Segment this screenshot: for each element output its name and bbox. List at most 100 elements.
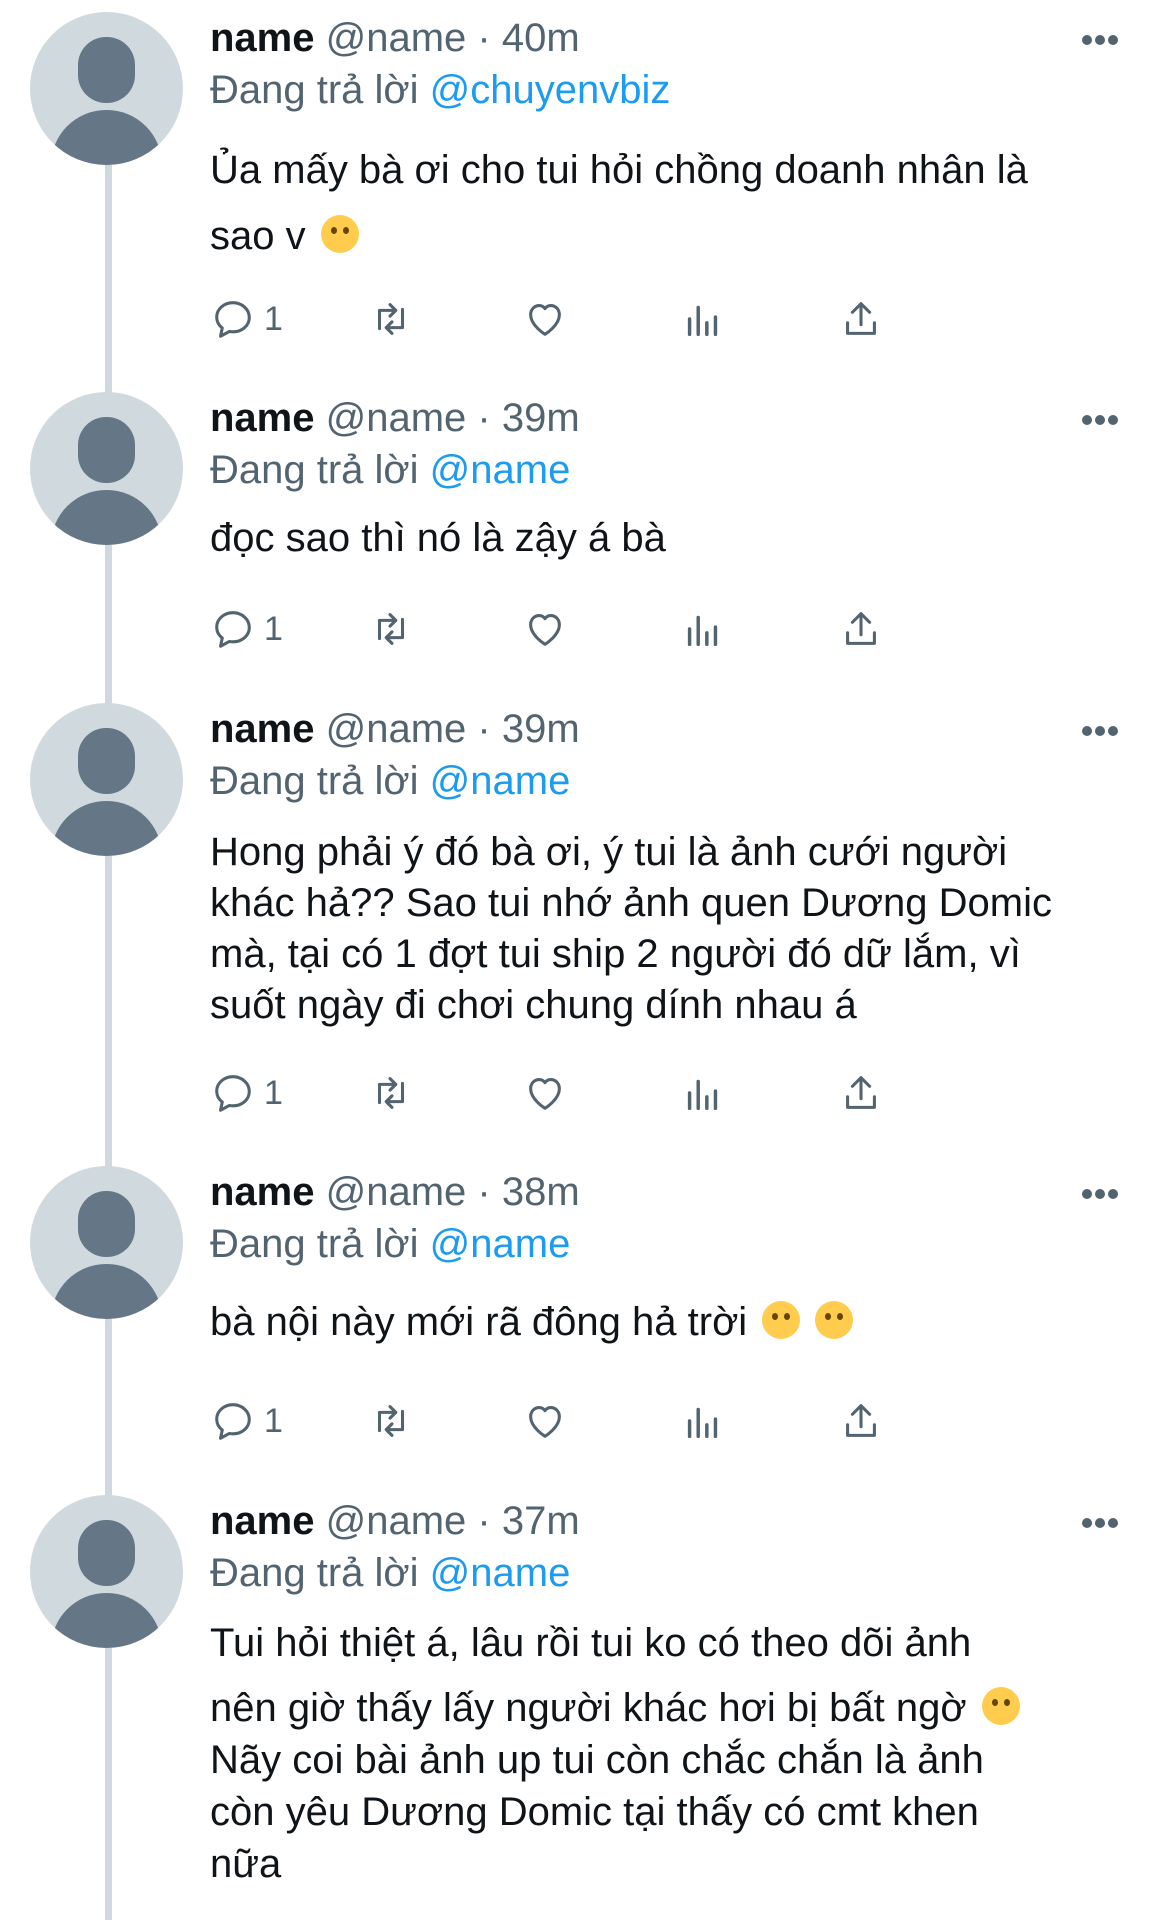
reply-button[interactable]: 1 bbox=[210, 1068, 283, 1118]
reply-icon bbox=[215, 1403, 251, 1440]
tweet-text-line: Ủa mấy bà ơi cho tui hỏi chồng doanh nhâ… bbox=[210, 148, 1028, 192]
avatar[interactable] bbox=[30, 392, 183, 545]
tweet-text-line: nên giờ thấy lấy người khác hơi bị bất n… bbox=[210, 1682, 1130, 1734]
heart-icon bbox=[529, 1078, 561, 1110]
retweet-icon bbox=[377, 1405, 405, 1437]
tweet-header: name @name · 39m bbox=[210, 392, 580, 444]
avatar-body-shape bbox=[51, 490, 162, 545]
retweet-button[interactable] bbox=[368, 1396, 414, 1446]
avatar-body-shape bbox=[51, 1264, 162, 1319]
retweet-button[interactable] bbox=[368, 604, 414, 654]
heart-icon bbox=[529, 1406, 561, 1438]
retweet-button[interactable] bbox=[368, 1068, 414, 1118]
retweet-icon bbox=[377, 1077, 405, 1109]
views-icon bbox=[687, 1079, 718, 1111]
display-name[interactable]: name bbox=[210, 707, 315, 751]
display-name[interactable]: name bbox=[210, 396, 315, 440]
avatar-head-shape bbox=[78, 728, 135, 794]
reply-icon bbox=[215, 611, 251, 648]
action-bar: 1 bbox=[210, 604, 1040, 654]
display-name[interactable]: name bbox=[210, 1170, 315, 1214]
more-icon[interactable] bbox=[1082, 723, 1122, 736]
retweet-button[interactable] bbox=[368, 294, 414, 344]
replying-to-handle[interactable]: @name bbox=[430, 759, 571, 803]
tweet-header: name @name · 38m bbox=[210, 1166, 580, 1218]
more-icon[interactable] bbox=[1082, 1515, 1122, 1528]
share-icon bbox=[846, 1404, 876, 1437]
replying-to: Đang trả lời @name bbox=[210, 755, 570, 807]
share-button[interactable] bbox=[838, 604, 884, 654]
share-button[interactable] bbox=[838, 1396, 884, 1446]
tweet-header: name @name · 37m bbox=[210, 1495, 580, 1547]
replying-to-handle[interactable]: @name bbox=[430, 448, 571, 492]
retweet-icon bbox=[377, 303, 405, 335]
replying-to-label: Đang trả lời bbox=[210, 68, 430, 112]
avatar[interactable] bbox=[30, 703, 183, 856]
views-icon bbox=[687, 615, 718, 647]
handle-time: @name · 38m bbox=[325, 1170, 580, 1214]
like-button[interactable] bbox=[522, 294, 568, 344]
tweet-text-line: sao v bbox=[210, 203, 1130, 269]
tweet-text-line: Tui hỏi thiệt á, lâu rồi tui ko có theo … bbox=[210, 1621, 972, 1665]
like-button[interactable] bbox=[522, 1396, 568, 1446]
pleading-face-emoji bbox=[981, 1687, 1020, 1725]
tweet-text-line: còn yêu Dương Domic tại thấy có cmt khen bbox=[210, 1790, 979, 1834]
heart-icon bbox=[529, 304, 561, 336]
replying-to-handle[interactable]: @chuyenvbiz bbox=[430, 68, 671, 112]
replying-to-handle[interactable]: @name bbox=[430, 1222, 571, 1266]
retweet-icon bbox=[377, 613, 405, 645]
tweet-text: Hong phải ý đó bà ơi, ý tui là ảnh cưới … bbox=[210, 827, 1130, 1031]
share-icon bbox=[846, 1076, 876, 1109]
tweet-text-line-content: bà nội này mới rã đông hả trời bbox=[210, 1300, 748, 1344]
views-icon bbox=[687, 1407, 718, 1439]
replying-to-label: Đang trả lời bbox=[210, 1222, 430, 1266]
sad-tear-emoji bbox=[320, 215, 359, 253]
handle-time: @name · 40m bbox=[325, 16, 580, 60]
reply-count: 1 bbox=[264, 299, 283, 338]
avatar-body-shape bbox=[51, 1593, 162, 1648]
replying-to-label: Đang trả lời bbox=[210, 448, 430, 492]
replying-to: Đang trả lời @name bbox=[210, 444, 570, 496]
views-button[interactable] bbox=[680, 294, 726, 344]
views-button[interactable] bbox=[680, 604, 726, 654]
action-bar: 1 bbox=[210, 294, 1040, 344]
share-button[interactable] bbox=[838, 1068, 884, 1118]
tweet-text: bà nội này mới rã đông hả trời bbox=[210, 1296, 1130, 1348]
tweet-text-line: đọc sao thì nó là zậy á bà bbox=[210, 516, 666, 560]
more-icon[interactable] bbox=[1082, 1186, 1122, 1199]
share-icon bbox=[846, 302, 876, 335]
tweet-text-line-content: sao v bbox=[210, 214, 306, 258]
views-icon bbox=[687, 305, 718, 337]
tweet-text-line: mà, tại có 1 đợt tui ship 2 người đó dữ … bbox=[210, 932, 1021, 976]
rofl-emoji bbox=[762, 1301, 801, 1339]
reply-icon bbox=[215, 1075, 251, 1112]
more-icon[interactable] bbox=[1082, 32, 1122, 45]
avatar[interactable] bbox=[30, 12, 183, 165]
replying-to-handle[interactable]: @name bbox=[430, 1551, 571, 1595]
avatar[interactable] bbox=[30, 1166, 183, 1319]
reply-button[interactable]: 1 bbox=[210, 1396, 283, 1446]
like-button[interactable] bbox=[522, 1068, 568, 1118]
tweet-text-line-content: nên giờ thấy lấy người khác hơi bị bất n… bbox=[210, 1686, 967, 1730]
tweet-text-line: nữa bbox=[210, 1842, 282, 1886]
views-button[interactable] bbox=[680, 1396, 726, 1446]
views-button[interactable] bbox=[680, 1068, 726, 1118]
reply-button[interactable]: 1 bbox=[210, 604, 283, 654]
share-button[interactable] bbox=[838, 294, 884, 344]
tweet-text-line: suốt ngày đi chơi chung dính nhau á bbox=[210, 983, 857, 1027]
tweet-text-line: khác hả?? Sao tui nhớ ảnh quen Dương Dom… bbox=[210, 881, 1052, 925]
like-button[interactable] bbox=[522, 604, 568, 654]
avatar-head-shape bbox=[78, 1191, 135, 1257]
reply-button[interactable]: 1 bbox=[210, 294, 283, 344]
more-icon[interactable] bbox=[1082, 412, 1122, 425]
avatar[interactable] bbox=[30, 1495, 183, 1648]
display-name[interactable]: name bbox=[210, 16, 315, 60]
display-name[interactable]: name bbox=[210, 1499, 315, 1543]
share-icon bbox=[846, 612, 876, 645]
tweet-text: đọc sao thì nó là zậy á bà bbox=[210, 512, 1130, 564]
replying-to-label: Đang trả lời bbox=[210, 759, 430, 803]
action-bar: 1 bbox=[210, 1068, 1040, 1118]
avatar-head-shape bbox=[78, 417, 135, 483]
handle-time: @name · 37m bbox=[325, 1499, 580, 1543]
avatar-body-shape bbox=[51, 801, 162, 856]
